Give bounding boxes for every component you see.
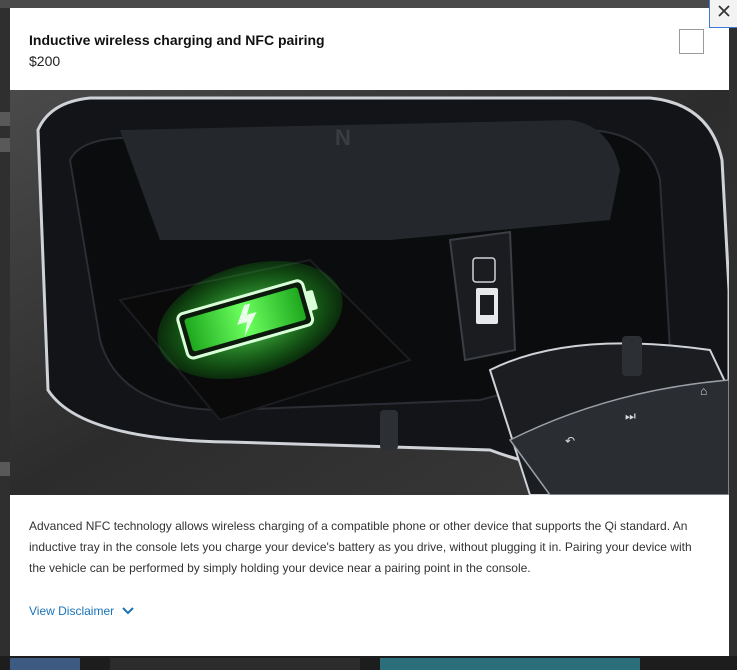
svg-text:⌂: ⌂ xyxy=(700,384,707,398)
modal-header: Inductive wireless charging and NFC pair… xyxy=(10,8,729,90)
background-product-strip xyxy=(0,656,737,670)
feature-image: N ↶ ⏭ ⌂ xyxy=(10,90,729,495)
background-thumbnail xyxy=(380,658,640,670)
svg-text:↶: ↶ xyxy=(565,434,575,448)
feature-modal: Inductive wireless charging and NFC pair… xyxy=(10,8,729,656)
background-text-fragment xyxy=(0,138,10,152)
select-checkbox[interactable] xyxy=(679,29,704,54)
close-icon xyxy=(717,4,731,23)
view-disclaimer-link[interactable]: View Disclaimer xyxy=(29,604,134,618)
background-top-strip xyxy=(0,0,737,8)
modal-title: Inductive wireless charging and NFC pair… xyxy=(29,32,325,48)
feature-description: Advanced NFC technology allows wireless … xyxy=(29,519,692,575)
background-text-fragment xyxy=(0,112,10,126)
background-thumbnail xyxy=(10,658,80,670)
close-button[interactable] xyxy=(709,0,737,28)
background-text-fragment xyxy=(0,462,10,476)
console-illustration: N ↶ ⏭ ⌂ xyxy=(10,90,729,495)
background-thumbnail xyxy=(110,658,360,670)
chevron-down-icon xyxy=(122,604,134,618)
svg-text:N: N xyxy=(335,125,351,150)
disclaimer-label: View Disclaimer xyxy=(29,604,115,618)
modal-price: $200 xyxy=(29,53,61,69)
svg-text:⏭: ⏭ xyxy=(625,409,636,423)
